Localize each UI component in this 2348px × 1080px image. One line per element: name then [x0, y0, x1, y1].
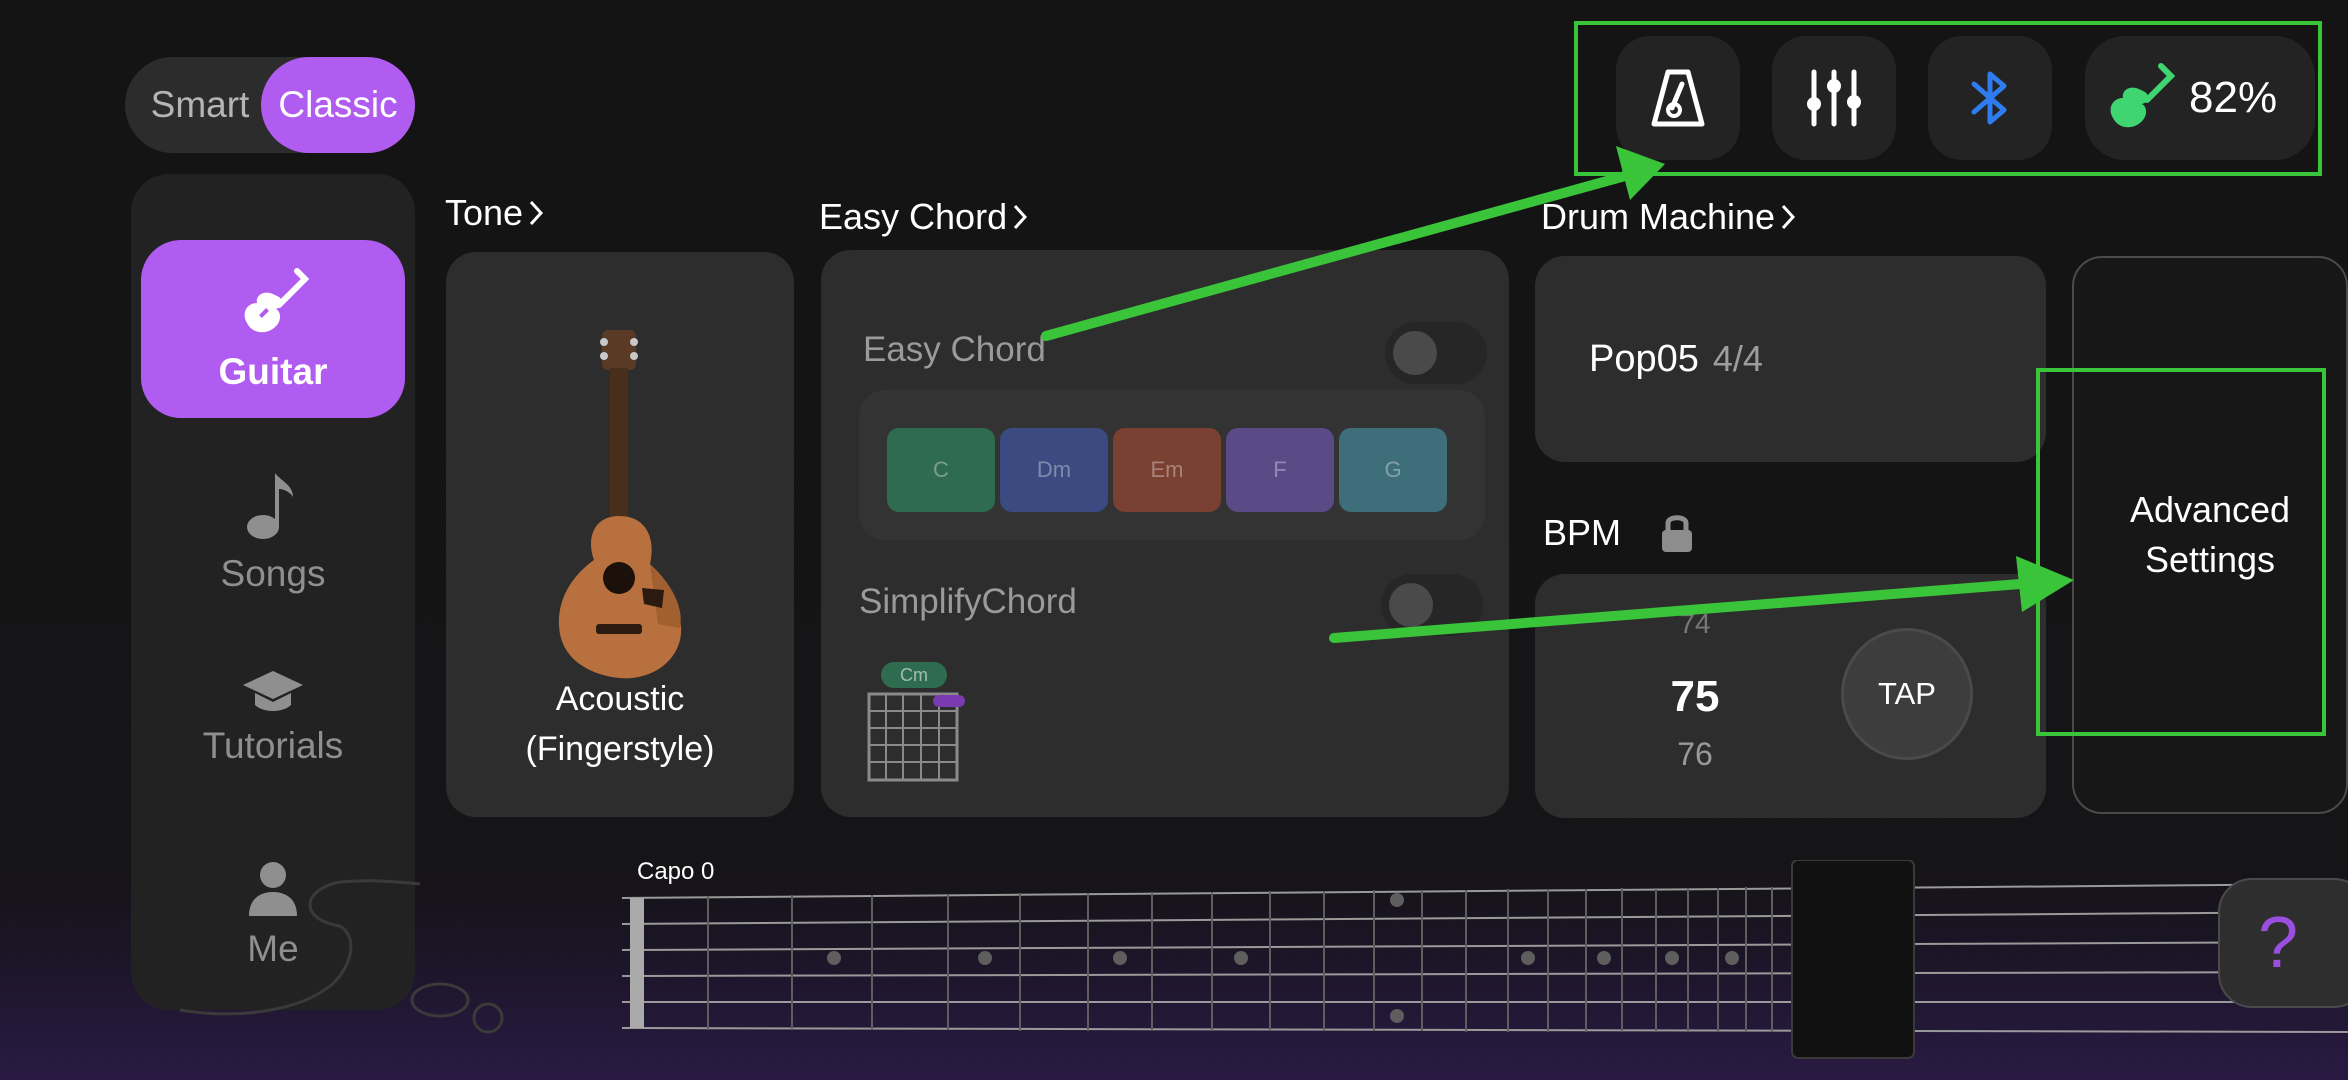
bpm-card: 74 75 76 TAP [1535, 574, 2046, 818]
chevron-right-icon [1781, 204, 1796, 230]
tone-name-line2: (Fingerstyle) [525, 730, 715, 768]
chord-row: C Dm Em F G [859, 390, 1485, 540]
annotation-box-advanced [2036, 368, 2326, 736]
sidebar-item-songs[interactable]: Songs [141, 442, 405, 620]
tone-name-line1: Acoustic [555, 680, 685, 718]
easy-chord-card: Easy Chord C Dm Em F G SimplifyChord Cm [821, 250, 1509, 817]
guitar-icon [244, 268, 310, 333]
drum-machine-header[interactable]: Drum Machine [1541, 196, 1796, 238]
bpm-next-value[interactable]: 76 [1655, 736, 1735, 773]
chord-button-c[interactable]: C [887, 428, 995, 512]
chevron-right-icon [529, 200, 544, 226]
mode-toggle: Smart Classic [125, 57, 415, 153]
chord-button-dm[interactable]: Dm [1000, 428, 1108, 512]
easy-chord-header[interactable]: Easy Chord [819, 196, 1028, 238]
mode-smart-button[interactable]: Smart [125, 57, 275, 153]
sidebar-item-label: Songs [220, 553, 326, 594]
chord-diagram-label: Cm [881, 662, 947, 688]
mode-classic-button[interactable]: Classic [261, 57, 415, 153]
easy-chord-toggle-label: Easy Chord [863, 330, 1046, 369]
chord-button-g[interactable]: G [1339, 428, 1447, 512]
sidebar-item-guitar[interactable]: Guitar [141, 240, 405, 418]
bpm-label: BPM [1543, 512, 1622, 553]
tap-button[interactable]: TAP [1841, 628, 1973, 760]
help-button[interactable]: ? [2218, 878, 2348, 1008]
fretboard[interactable] [0, 860, 2348, 1080]
chord-diagram [867, 692, 965, 782]
simplify-chord-switch[interactable] [1381, 574, 1483, 636]
simplify-chord-label: SimplifyChord [859, 582, 1077, 621]
graduation-cap-icon [243, 671, 303, 711]
lock-icon[interactable] [1660, 512, 1694, 554]
tone-header[interactable]: Tone [445, 192, 544, 234]
question-mark-icon: ? [2257, 903, 2299, 983]
tone-card[interactable]: Acoustic (Fingerstyle) [446, 252, 794, 817]
sidebar-item-label: Tutorials [202, 725, 344, 766]
bpm-current-value[interactable]: 75 [1655, 672, 1735, 722]
sidebar-item-tutorials[interactable]: Tutorials [141, 628, 405, 806]
chevron-right-icon [1013, 204, 1028, 230]
switch-knob [1393, 331, 1437, 375]
drum-machine-title: Drum Machine [1541, 196, 1776, 237]
easy-chord-switch[interactable] [1385, 322, 1487, 384]
switch-knob [1389, 583, 1433, 627]
drum-pattern-card[interactable]: Pop05 4/4 [1535, 256, 2046, 462]
chord-button-em[interactable]: Em [1113, 428, 1221, 512]
bpm-prev-value[interactable]: 74 [1655, 608, 1735, 640]
sidebar-item-label: Guitar [218, 351, 328, 392]
chord-button-f[interactable]: F [1226, 428, 1334, 512]
drum-pattern-name: Pop05 [1589, 337, 1699, 380]
tone-title: Tone [445, 192, 524, 233]
drum-time-signature: 4/4 [1712, 338, 1763, 379]
easy-chord-title: Easy Chord [819, 196, 1008, 237]
acoustic-guitar-image [558, 330, 682, 679]
music-note-icon [247, 473, 293, 539]
annotation-box-top-bar [1574, 21, 2322, 176]
